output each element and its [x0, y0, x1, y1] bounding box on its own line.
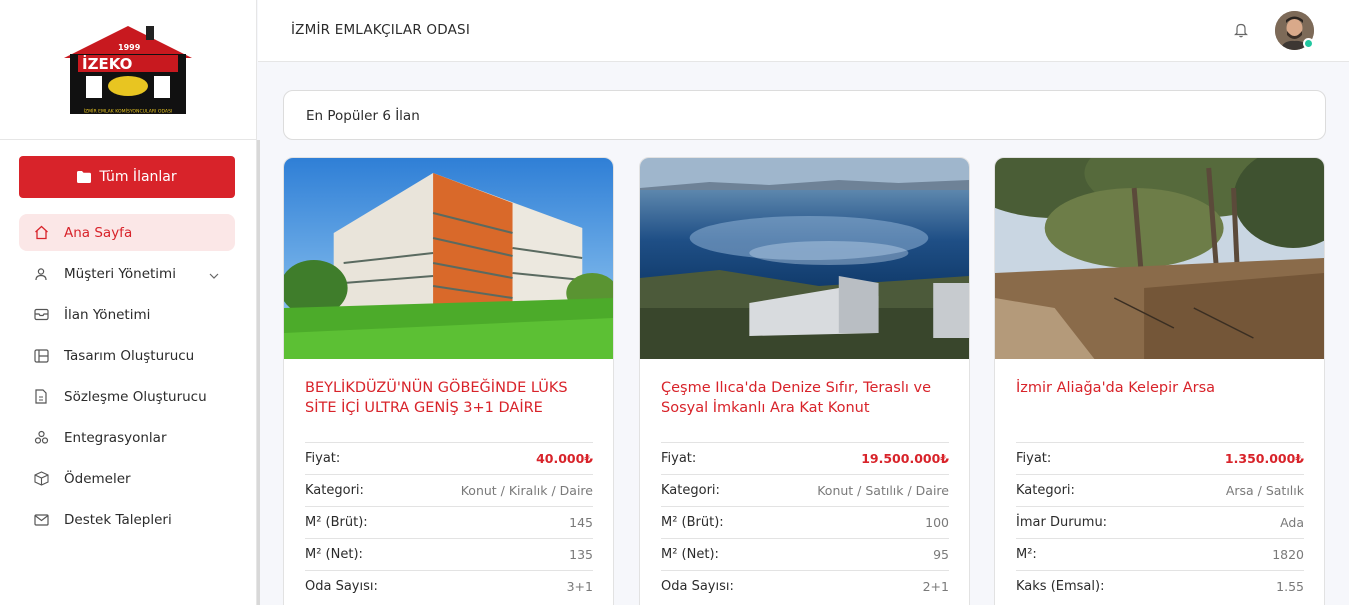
spec-row-zoning: İmar Durumu: Ada	[1016, 506, 1304, 538]
spec-label: Fiyat:	[1016, 451, 1052, 466]
price-value: 1.350.000₺	[1224, 451, 1304, 466]
spec-row-price: Fiyat: 1.350.000₺	[1016, 442, 1304, 474]
logo-brand: İZEKO	[82, 54, 132, 73]
sidebar: 1999 İZEKO İZMİR EMLAK KOMİSYONCULARI OD…	[0, 0, 260, 605]
spec-label: Fiyat:	[305, 451, 341, 466]
all-listings-button[interactable]: Tüm İlanlar	[19, 156, 235, 198]
spec-value: Konut / Kiralık / Daire	[460, 483, 593, 498]
logo[interactable]: 1999 İZEKO İZMİR EMLAK KOMİSYONCULARI OD…	[0, 0, 256, 140]
sidebar-item-label: Ödemeler	[64, 470, 131, 487]
popular-listings-header: En Popüler 6 İlan	[283, 90, 1326, 140]
spec-value: Ada	[1280, 515, 1304, 530]
spec-value: 145	[569, 515, 593, 530]
spec-value: 100	[925, 515, 949, 530]
spec-value: 135	[569, 547, 593, 562]
spec-row-price: Fiyat: 40.000₺	[305, 442, 593, 474]
logo-tagline: İZMİR EMLAK KOMİSYONCULARI ODASI	[84, 107, 173, 114]
section-title: En Popüler 6 İlan	[306, 108, 420, 124]
folder-icon	[77, 171, 92, 183]
spec-row-gross-area: M² (Brüt): 145	[305, 506, 593, 538]
sidebar-item-listings[interactable]: İlan Yönetimi	[19, 296, 235, 333]
spec-table: Fiyat: 19.500.000₺ Kategori: Konut / Satıl…	[661, 442, 949, 602]
listing-card[interactable]: BEYLİKDÜZÜ'NÜN GÖBEĞİNDE LÜKS SİTE İÇİ U…	[283, 157, 614, 605]
online-status-indicator	[1303, 38, 1314, 49]
top-header: İZMİR EMLAKÇILAR ODASI	[258, 0, 1349, 62]
box-icon	[33, 471, 49, 487]
sidebar-item-label: Ana Sayfa	[64, 224, 133, 241]
price-value: 19.500.000₺	[861, 451, 949, 466]
spec-label: Oda Sayısı:	[661, 579, 734, 594]
listing-title[interactable]: İzmir Aliağa'da Kelepir Arsa	[1016, 379, 1306, 399]
sidebar-item-integrations[interactable]: Entegrasyonlar	[19, 419, 235, 456]
land-plot-photo[interactable]	[995, 158, 1324, 359]
spec-table: Fiyat: 1.350.000₺ Kategori: Arsa / Satılık…	[1016, 442, 1304, 602]
listing-card[interactable]: Çeşme Ilıca'da Denize Sıfır, Teraslı ve …	[639, 157, 970, 605]
spec-table: Fiyat: 40.000₺ Kategori: Konut / Kiralık /…	[305, 442, 593, 602]
spec-row-category: Kategori: Konut / Kiralık / Daire	[305, 474, 593, 506]
spec-row-kaks: Kaks (Emsal): 1.55	[1016, 570, 1304, 602]
sidebar-item-home[interactable]: Ana Sayfa	[19, 214, 235, 251]
spec-row-gross-area: M² (Brüt): 100	[661, 506, 949, 538]
sidebar-item-label: Destek Talepleri	[64, 511, 172, 528]
spec-label: Kategori:	[305, 483, 364, 498]
sidebar-item-label: Tasarım Oluşturucu	[64, 347, 195, 364]
spec-label: M² (Brüt):	[305, 515, 368, 530]
sidebar-item-contract-builder[interactable]: Sözleşme Oluşturucu	[19, 378, 235, 415]
integrations-icon	[33, 430, 49, 446]
spec-value: 1820	[1272, 547, 1304, 562]
spec-label: Kategori:	[1016, 483, 1075, 498]
sidebar-item-label: Sözleşme Oluşturucu	[64, 388, 207, 405]
spec-value: Konut / Satılık / Daire	[817, 483, 949, 498]
listing-card[interactable]: İzmir Aliağa'da Kelepir Arsa Fiyat: 1.350…	[994, 157, 1325, 605]
sidebar-item-customers[interactable]: Müşteri Yönetimi	[19, 255, 235, 292]
listing-title[interactable]: Çeşme Ilıca'da Denize Sıfır, Teraslı ve …	[661, 379, 951, 418]
user-icon	[33, 266, 49, 282]
spec-label: M² (Net):	[661, 547, 719, 562]
spec-row-net-area: M² (Net): 95	[661, 538, 949, 570]
spec-value: Arsa / Satılık	[1225, 483, 1304, 498]
chevron-down-icon[interactable]	[209, 267, 219, 283]
seaside-building-photo[interactable]	[640, 158, 969, 359]
spec-label: M² (Brüt):	[661, 515, 724, 530]
spec-row-net-area: M² (Net): 135	[305, 538, 593, 570]
logo-year: 1999	[118, 43, 141, 52]
sidebar-item-label: Müşteri Yönetimi	[64, 265, 176, 282]
bell-icon[interactable]	[1234, 22, 1248, 42]
sidebar-menu: Ana Sayfa Müşteri Yönetimi İlan Yönetimi…	[19, 214, 235, 542]
spec-row-category: Kategori: Arsa / Satılık	[1016, 474, 1304, 506]
mail-icon	[33, 512, 49, 528]
sidebar-item-support[interactable]: Destek Talepleri	[19, 501, 235, 538]
spec-label: Kaks (Emsal):	[1016, 579, 1105, 594]
document-icon	[33, 389, 49, 405]
spec-label: M² (Net):	[305, 547, 363, 562]
spec-row-rooms: Oda Sayısı: 2+1	[661, 570, 949, 602]
sidebar-item-label: İlan Yönetimi	[64, 306, 151, 323]
spec-value: 95	[933, 547, 949, 562]
spec-row-category: Kategori: Konut / Satılık / Daire	[661, 474, 949, 506]
spec-row-area: M²: 1820	[1016, 538, 1304, 570]
spec-label: İmar Durumu:	[1016, 515, 1108, 530]
spec-value: 3+1	[566, 579, 593, 594]
spec-value: 1.55	[1276, 579, 1304, 594]
spec-value: 2+1	[922, 579, 949, 594]
spec-label: M²:	[1016, 547, 1037, 562]
page-title: İZMİR EMLAKÇILAR ODASI	[291, 22, 471, 38]
all-listings-label: Tüm İlanlar	[99, 169, 177, 185]
spec-label: Oda Sayısı:	[305, 579, 378, 594]
listing-title[interactable]: BEYLİKDÜZÜ'NÜN GÖBEĞİNDE LÜKS SİTE İÇİ U…	[305, 379, 595, 418]
spec-label: Kategori:	[661, 483, 720, 498]
apartment-building-photo[interactable]	[284, 158, 613, 359]
inbox-icon	[33, 307, 49, 323]
layout-icon	[33, 348, 49, 364]
sidebar-item-label: Entegrasyonlar	[64, 429, 167, 446]
price-value: 40.000₺	[536, 451, 593, 466]
spec-label: Fiyat:	[661, 451, 697, 466]
sidebar-item-payments[interactable]: Ödemeler	[19, 460, 235, 497]
sidebar-item-design-builder[interactable]: Tasarım Oluşturucu	[19, 337, 235, 374]
spec-row-price: Fiyat: 19.500.000₺	[661, 442, 949, 474]
home-icon	[33, 225, 49, 241]
izeko-logo: 1999 İZEKO İZMİR EMLAK KOMİSYONCULARI OD…	[64, 25, 192, 114]
spec-row-rooms: Oda Sayısı: 3+1	[305, 570, 593, 602]
